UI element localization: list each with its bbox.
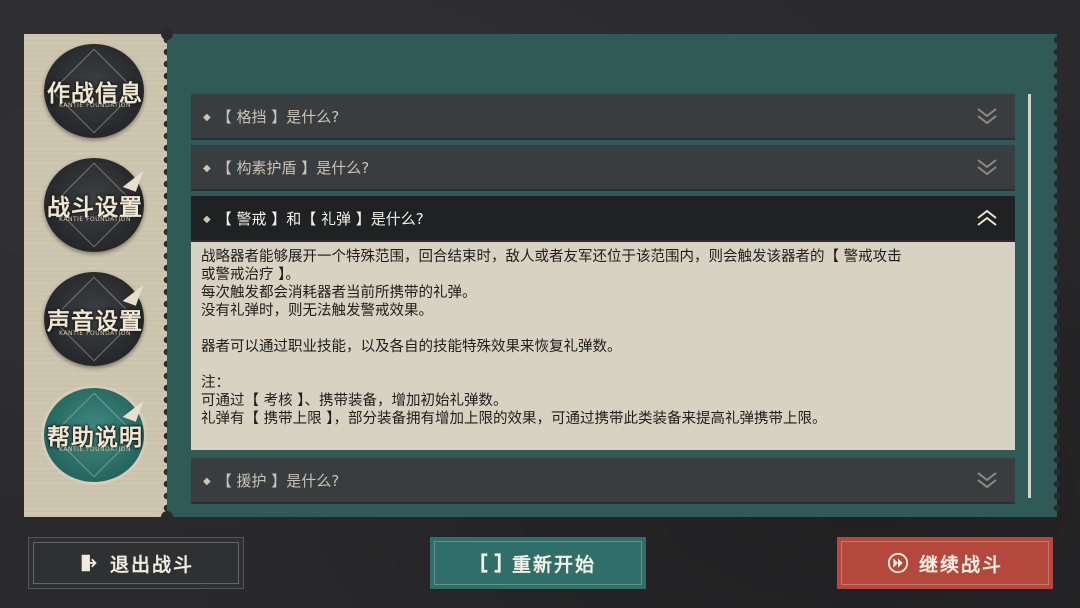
exit-battle-button[interactable]: 退出战斗 xyxy=(28,537,244,589)
fast-forward-icon xyxy=(887,552,909,574)
continue-battle-button[interactable]: 继续战斗 xyxy=(837,537,1053,589)
restart-brackets-icon xyxy=(481,553,501,573)
answer-line: 器者可以通过职业技能，以及各自的技能特殊效果来恢复礼弹数。 xyxy=(201,339,622,355)
answer-line: 没有礼弹时，则无法触发警戒效果。 xyxy=(201,303,433,319)
tab-battle-settings[interactable]: 战斗设置 KANTIE FOUNDATION xyxy=(36,154,154,254)
answer-line: 礼弹有【 携带上限 】，部分装备拥有增加上限的效果，可通过携带此类装备来提高礼弹… xyxy=(201,411,827,427)
faq-question: 【 援护 】是什么? xyxy=(216,472,340,490)
restart-button[interactable]: 重新开始 xyxy=(430,537,646,589)
answer-line: 或警戒治疗 】。 xyxy=(201,267,300,283)
tab-subtitle: KANTIE FOUNDATION xyxy=(59,330,131,337)
faq-question: 【 构素护盾 】是什么? xyxy=(216,159,370,177)
tab-help[interactable]: 帮助说明 KANTIE FOUNDATION xyxy=(36,384,154,484)
restart-label: 重新开始 xyxy=(511,553,596,576)
answer-line: 注： xyxy=(201,375,230,391)
chevron-double-up-icon[interactable] xyxy=(975,206,999,230)
continue-battle-label: 继续战斗 xyxy=(918,553,1003,576)
scrollbar[interactable] xyxy=(1028,94,1031,498)
tab-battle-info[interactable]: 作战信息 KANTIE FOUNDATION xyxy=(36,40,154,140)
help-panel: ◆ 【 格挡 】是什么? ◆ 【 构素护盾 】是什么? ◆ 【 警戒 】和【 礼弹 】… xyxy=(161,28,1062,523)
faq-item-vigilance[interactable]: ◆ 【 警戒 】和【 礼弹 】是什么? xyxy=(191,196,1015,242)
chevron-double-down-icon[interactable] xyxy=(975,104,999,128)
answer-line: 战略器者能够展开一个特殊范围，回合结束时，敌人或者友军还位于该范围内，则会触发该… xyxy=(201,249,902,265)
faq-item-block[interactable]: ◆ 【 格挡 】是什么? xyxy=(191,94,1015,140)
exit-door-icon xyxy=(81,554,97,572)
exit-battle-label: 退出战斗 xyxy=(109,553,194,576)
tab-subtitle: KANTIE FOUNDATION xyxy=(59,446,131,453)
tab-sound-settings[interactable]: 声音设置 KANTIE FOUNDATION xyxy=(36,268,154,368)
answer-line: 可通过【 考核 】、携带装备，增加初始礼弹数。 xyxy=(201,393,508,409)
chevron-double-down-icon[interactable] xyxy=(975,468,999,492)
tab-subtitle: KANTIE FOUNDATION xyxy=(59,216,131,223)
tab-subtitle: KANTIE FOUNDATION xyxy=(59,102,131,109)
sidebar: 作战信息 KANTIE FOUNDATION 战斗设置 KANTIE FOUND… xyxy=(24,34,171,517)
answer-line: 每次触发都会消耗器者当前所携带的礼弹。 xyxy=(201,285,477,301)
faq-item-support[interactable]: ◆ 【 援护 】是什么? xyxy=(191,458,1015,504)
faq-answer: 战略器者能够展开一个特殊范围，回合结束时，敌人或者友军还位于该范围内，则会触发该… xyxy=(191,242,1015,450)
faq-item-shield[interactable]: ◆ 【 构素护盾 】是什么? xyxy=(191,145,1015,191)
faq-question: 【 格挡 】是什么? xyxy=(216,108,340,126)
chevron-double-down-icon[interactable] xyxy=(975,155,999,179)
faq-question: 【 警戒 】和【 礼弹 】是什么? xyxy=(216,210,424,228)
